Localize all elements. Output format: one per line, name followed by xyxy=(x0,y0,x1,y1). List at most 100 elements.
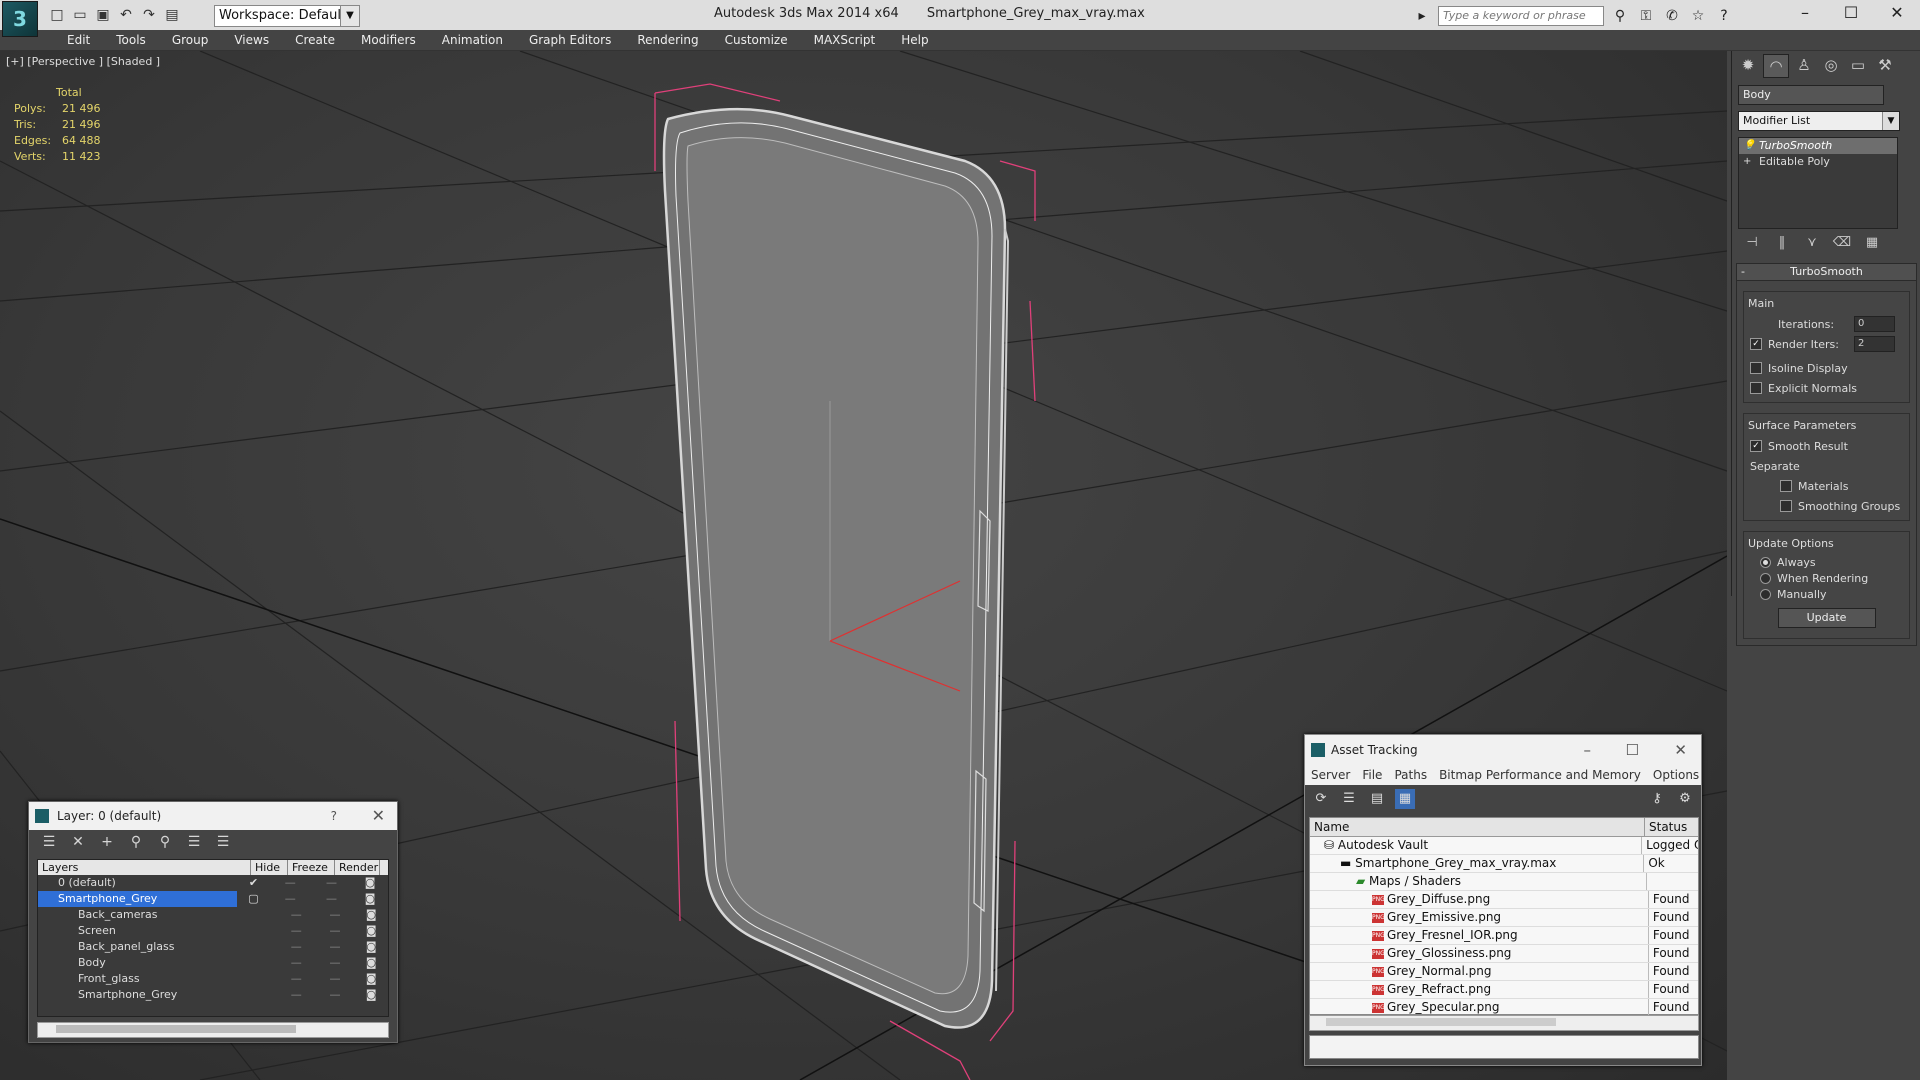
collapse-icon[interactable]: - xyxy=(1741,264,1745,280)
create-layer-icon[interactable]: ☰ xyxy=(39,834,59,852)
chevron-down-icon[interactable]: ▼ xyxy=(1882,112,1899,130)
menu-rendering[interactable]: Rendering xyxy=(624,30,711,50)
asset-row[interactable]: PNG Grey_Diffuse.png Found xyxy=(1310,891,1698,909)
minimize-icon[interactable]: – xyxy=(1584,735,1592,765)
update-button[interactable]: Update xyxy=(1777,608,1876,628)
render-teapot-icon[interactable]: ◙ xyxy=(352,891,388,907)
maximize-icon[interactable]: ☐ xyxy=(1828,0,1874,26)
rollout-title[interactable]: - TurboSmooth xyxy=(1737,264,1916,281)
layer-name[interactable]: Body xyxy=(38,955,246,971)
column-header[interactable]: Render xyxy=(335,860,380,875)
layer-row[interactable]: Screen — — ◙ xyxy=(38,923,388,939)
asset-row[interactable]: PNG Grey_Fresnel_IOR.png Found xyxy=(1310,927,1698,945)
maximize-icon[interactable]: ☐ xyxy=(1626,735,1639,765)
expand-arrow-icon[interactable]: ▸ xyxy=(1412,6,1432,26)
vault-settings-icon[interactable]: ⚙ xyxy=(1675,789,1695,809)
render-teapot-icon[interactable]: ◙ xyxy=(352,875,388,891)
layer-name[interactable]: Smartphone_Grey xyxy=(38,891,238,907)
freeze-toggle-icon[interactable]: — xyxy=(316,939,355,955)
hide-toggle-icon[interactable]: — xyxy=(277,939,316,955)
expand-plus-icon[interactable]: + xyxy=(1743,154,1751,170)
stack-item-editable-poly[interactable]: + Editable Poly xyxy=(1739,154,1897,170)
subscription-icon[interactable]: ⚿ xyxy=(1636,6,1656,26)
asset-row[interactable]: ⛁ Autodesk Vault Logged O xyxy=(1310,837,1698,855)
hide-all-layers-icon[interactable]: ☰ xyxy=(184,834,204,852)
scrollbar-thumb[interactable] xyxy=(56,1025,296,1033)
hide-toggle-icon[interactable]: — xyxy=(270,875,311,891)
active-check-icon[interactable]: ✔ xyxy=(237,875,269,891)
hide-toggle-icon[interactable]: — xyxy=(277,907,316,923)
hide-toggle-icon[interactable]: — xyxy=(277,923,316,939)
freeze-toggle-icon[interactable]: — xyxy=(311,875,352,891)
layer-row[interactable]: Back_cameras — — ◙ xyxy=(38,907,388,923)
display-tab-icon[interactable]: ▭ xyxy=(1846,54,1870,76)
layer-name[interactable]: 0 (default) xyxy=(38,875,237,891)
help-icon[interactable]: ? xyxy=(331,802,337,830)
hierarchy-tab-icon[interactable]: ♙ xyxy=(1792,54,1816,76)
lightbulb-icon[interactable]: 💡 xyxy=(1743,138,1755,154)
always-radio[interactable] xyxy=(1760,556,1771,568)
motion-tab-icon[interactable]: ◎ xyxy=(1819,54,1843,76)
freeze-all-layers-icon[interactable]: ☰ xyxy=(213,834,233,852)
when-rendering-radio[interactable] xyxy=(1760,572,1771,584)
layer-row[interactable]: Front_glass — — ◙ xyxy=(38,971,388,987)
explicit-normals-checkbox[interactable] xyxy=(1750,382,1762,394)
binoculars-icon[interactable]: ⚲ xyxy=(1610,6,1630,26)
search-input[interactable]: Type a keyword or phrase xyxy=(1438,6,1604,26)
new-file-icon[interactable]: □ xyxy=(48,6,66,24)
vault-login-icon[interactable]: ⚷ xyxy=(1647,789,1667,809)
help-icon[interactable]: ? xyxy=(1714,6,1734,26)
open-file-icon[interactable]: ▭ xyxy=(71,6,89,24)
layer-row[interactable]: Smartphone_Grey — — ◙ xyxy=(38,987,388,1003)
menu-animation[interactable]: Animation xyxy=(429,30,516,50)
configure-modifier-sets-icon[interactable]: ▦ xyxy=(1862,235,1882,255)
render-iters-checkbox[interactable]: ✓ xyxy=(1750,338,1762,350)
smooth-result-checkbox[interactable]: ✓ xyxy=(1750,440,1762,452)
layer-name[interactable]: Front_glass xyxy=(38,971,246,987)
menu-bitmap-performance[interactable]: Bitmap Performance and Memory xyxy=(1439,765,1641,785)
menu-maxscript[interactable]: MAXScript xyxy=(801,30,889,50)
layer-row[interactable]: Body — — ◙ xyxy=(38,955,388,971)
column-header[interactable]: Hide xyxy=(251,860,288,875)
menu-create[interactable]: Create xyxy=(282,30,348,50)
freeze-toggle-icon[interactable]: — xyxy=(316,987,355,1003)
column-header[interactable]: Status xyxy=(1645,818,1687,836)
thumbnail-view-icon[interactable]: ▤ xyxy=(1367,789,1387,809)
hide-toggle-icon[interactable]: — xyxy=(277,971,316,987)
workspace-dropdown[interactable]: Workspace: Default ▼ xyxy=(214,5,360,27)
render-teapot-icon[interactable]: ◙ xyxy=(354,939,388,955)
freeze-toggle-icon[interactable]: — xyxy=(316,955,355,971)
menu-help[interactable]: Help xyxy=(888,30,941,50)
render-teapot-icon[interactable]: ◙ xyxy=(354,955,388,971)
asset-row[interactable]: PNG Grey_Glossiness.png Found xyxy=(1310,945,1698,963)
menu-modifiers[interactable]: Modifiers xyxy=(348,30,429,50)
asset-row[interactable]: ▬ Smartphone_Grey_max_vray.max Ok xyxy=(1310,855,1698,873)
render-teapot-icon[interactable]: ◙ xyxy=(354,987,388,1003)
undo-icon[interactable]: ↶ xyxy=(117,6,135,24)
render-iters-spinner[interactable]: 2 xyxy=(1854,336,1895,352)
table-view-icon[interactable]: ▦ xyxy=(1395,789,1415,809)
menu-tools[interactable]: Tools xyxy=(103,30,159,50)
close-icon[interactable]: ✕ xyxy=(1874,0,1920,26)
column-header[interactable]: Name xyxy=(1310,818,1645,836)
redo-icon[interactable]: ↷ xyxy=(140,6,158,24)
show-end-result-icon[interactable]: ‖ xyxy=(1772,235,1792,255)
scrollbar-thumb[interactable] xyxy=(1326,1018,1556,1026)
asset-row[interactable]: ▰ Maps / Shaders xyxy=(1310,873,1698,891)
active-box-icon[interactable]: ▢ xyxy=(237,891,269,907)
layer-name[interactable]: Back_panel_glass xyxy=(38,939,246,955)
menu-paths[interactable]: Paths xyxy=(1394,765,1427,785)
select-objects-icon[interactable]: ⚲ xyxy=(126,834,146,852)
add-to-layer-icon[interactable]: + xyxy=(97,834,117,852)
menu-server[interactable]: Server xyxy=(1311,765,1350,785)
remove-modifier-icon[interactable]: ⌫ xyxy=(1832,235,1852,255)
chevron-down-icon[interactable]: ▼ xyxy=(340,6,359,26)
render-teapot-icon[interactable]: ◙ xyxy=(354,971,388,987)
menu-graph-editors[interactable]: Graph Editors xyxy=(516,30,624,50)
communication-icon[interactable]: ✆ xyxy=(1662,6,1682,26)
menu-customize[interactable]: Customize xyxy=(712,30,801,50)
hide-toggle-icon[interactable]: — xyxy=(277,987,316,1003)
layer-name[interactable]: Back_cameras xyxy=(38,907,246,923)
refresh-icon[interactable]: ⟳ xyxy=(1311,789,1331,809)
layer-window-titlebar[interactable]: Layer: 0 (default) ? ✕ xyxy=(29,802,397,830)
